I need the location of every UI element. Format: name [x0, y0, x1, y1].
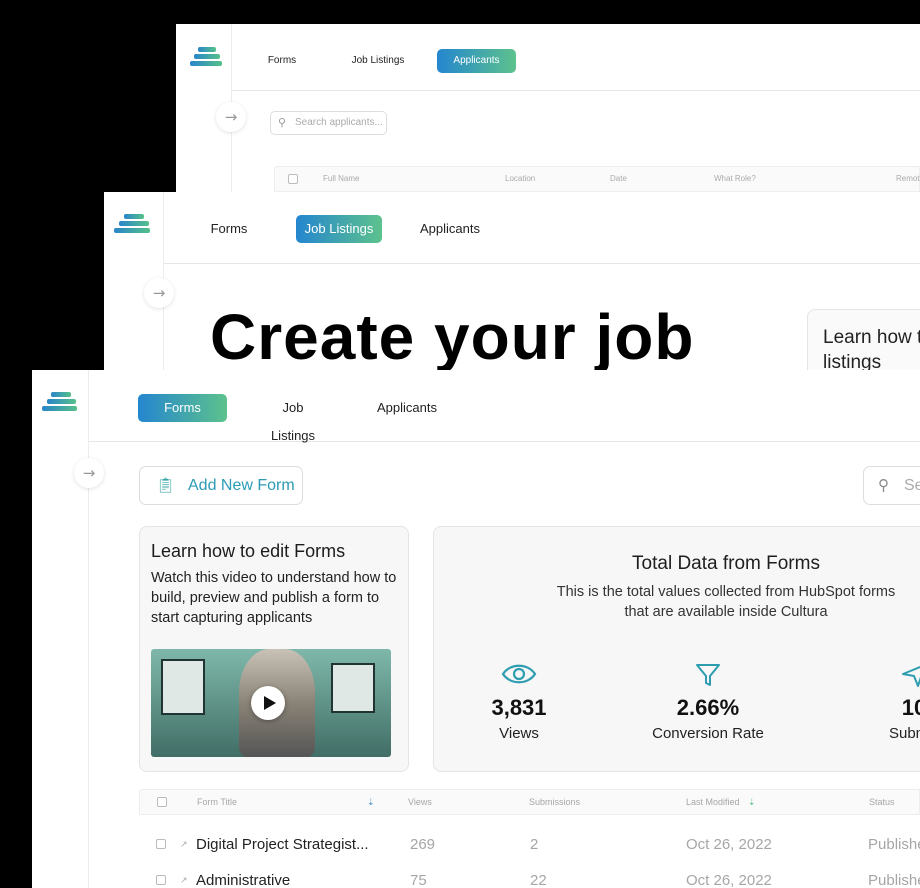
search-applicants-input[interactable]: ⚲ Search applicants...	[270, 111, 387, 135]
video-poster-frame	[161, 659, 205, 715]
form-submissions: 22	[530, 872, 547, 888]
job-listings-window: → Forms Job Listings Applicants Create y…	[104, 192, 920, 372]
video-poster-frame	[331, 663, 375, 713]
add-new-form-label: Add New Form	[188, 477, 295, 494]
search-icon: ⚲	[878, 477, 889, 494]
expand-sidebar-arrow-icon[interactable]: →	[74, 458, 104, 488]
col-full-name[interactable]: Full Name	[323, 174, 359, 183]
stat-label: Views	[499, 725, 539, 742]
tab-applicants[interactable]: Applicants	[377, 394, 437, 422]
sort-arrow-icon[interactable]: ⇣	[748, 797, 756, 808]
stat-label: Submis	[888, 725, 920, 742]
select-all-checkbox[interactable]	[157, 797, 167, 807]
search-placeholder: Sea	[904, 477, 920, 494]
tab-forms[interactable]: Forms	[138, 394, 227, 422]
form-title[interactable]: Digital Project Strategist...	[196, 836, 369, 853]
learn-title: Learn how to edit Forms	[151, 541, 346, 561]
form-last-modified: Oct 26, 2022	[686, 836, 772, 853]
hero-heading: Create your job	[210, 301, 695, 372]
stat-views: 3,831 Views	[449, 661, 589, 742]
learn-description: Watch this video to understand how to bu…	[151, 570, 397, 626]
tab-job-listings[interactable]: Job Listings	[296, 215, 382, 243]
tab-forms[interactable]: Forms	[204, 215, 254, 243]
col-submissions[interactable]: Submissions	[529, 797, 580, 807]
col-remote[interactable]: Remot	[896, 174, 920, 183]
sidebar-rail: →	[32, 370, 104, 888]
external-link-icon[interactable]: ↗	[180, 875, 188, 886]
col-location[interactable]: Location	[505, 174, 535, 183]
stat-value: 10	[901, 695, 920, 720]
form-views: 269	[410, 836, 436, 853]
table-row[interactable]: ↗ Digital Project Strategist... 269 2 Oc…	[139, 836, 920, 866]
stats-title: Total Data from Forms	[632, 553, 820, 574]
col-form-title[interactable]: Form Title	[197, 797, 237, 807]
applicants-table-header: Full Name Location Date What Role? Remot	[274, 166, 920, 192]
form-views: 75	[410, 872, 427, 888]
stat-conversion-rate: 2.66% Conversion Rate	[638, 661, 778, 742]
play-icon[interactable]	[251, 686, 285, 720]
expand-sidebar-arrow-icon[interactable]: →	[216, 102, 246, 132]
eye-icon	[501, 664, 537, 684]
col-last-modified[interactable]: Last Modified	[686, 797, 740, 807]
top-nav: Forms Job Listings Applicants	[232, 24, 920, 91]
search-placeholder: Search applicants...	[295, 117, 383, 128]
stat-label: Conversion Rate	[652, 725, 764, 742]
learn-forms-card: Learn how to edit Forms Watch this video…	[139, 526, 409, 772]
top-nav: Forms Job Listings Applicants	[89, 370, 920, 443]
col-date[interactable]: Date	[610, 174, 627, 183]
sort-arrow-icon[interactable]: ⇣	[367, 797, 375, 808]
search-icon: ⚲	[278, 117, 287, 129]
learn-card[interactable]: Learn how t listings	[807, 309, 920, 372]
table-header: Form Title ⇣ Views Submissions Last Modi…	[139, 789, 920, 815]
stat-value: 2.66%	[676, 695, 740, 720]
form-status: Publishe	[868, 836, 920, 853]
tab-applicants[interactable]: Applicants	[437, 49, 516, 73]
applicants-window: → Forms Job Listings Applicants ⚲ Search…	[176, 24, 920, 194]
select-all-checkbox[interactable]	[288, 174, 298, 184]
top-nav: Forms Job Listings Applicants	[164, 192, 920, 264]
external-link-icon[interactable]: ↗	[180, 839, 188, 850]
row-checkbox[interactable]	[156, 839, 166, 849]
clipboard-icon: 📋︎	[156, 477, 176, 494]
forms-window: → Forms Job Listings Applicants 📋︎ Add N…	[32, 370, 920, 888]
col-what-role[interactable]: What Role?	[714, 174, 756, 183]
row-checkbox[interactable]	[156, 875, 166, 885]
forms-table: Form Title ⇣ Views Submissions Last Modi…	[139, 789, 920, 888]
stat-value: 3,831	[491, 695, 547, 720]
sidebar-rail: →	[104, 192, 174, 372]
app-logo	[42, 392, 77, 413]
app-logo	[190, 47, 222, 68]
col-status[interactable]: Status	[869, 797, 895, 807]
add-new-form-button[interactable]: 📋︎ Add New Form	[139, 466, 303, 505]
sidebar-rail: →	[176, 24, 246, 194]
form-last-modified: Oct 26, 2022	[686, 872, 772, 888]
tab-job-listings[interactable]: Job Listings	[342, 49, 414, 73]
total-data-card: Total Data from Forms This is the total …	[433, 526, 920, 772]
send-icon	[902, 665, 920, 687]
stats-subtitle: This is the total values collected from …	[556, 584, 896, 620]
form-title[interactable]: Administrative	[196, 872, 290, 888]
tab-forms[interactable]: Forms	[262, 49, 302, 73]
form-status: Publishe	[868, 872, 920, 888]
stat-submissions: 10 Submis	[844, 661, 920, 742]
app-logo	[114, 214, 150, 235]
table-row[interactable]: ↗ Administrative 75 22 Oct 26, 2022 Publ…	[139, 872, 920, 888]
search-forms-input[interactable]: ⚲ Sea	[863, 466, 920, 505]
col-views[interactable]: Views	[408, 797, 432, 807]
form-submissions: 2	[530, 836, 539, 853]
tab-applicants[interactable]: Applicants	[419, 215, 481, 243]
filter-icon	[696, 664, 720, 686]
tab-job-listings[interactable]: Job Listings	[261, 394, 325, 443]
tutorial-video[interactable]	[151, 649, 391, 757]
expand-sidebar-arrow-icon[interactable]: →	[144, 278, 174, 308]
